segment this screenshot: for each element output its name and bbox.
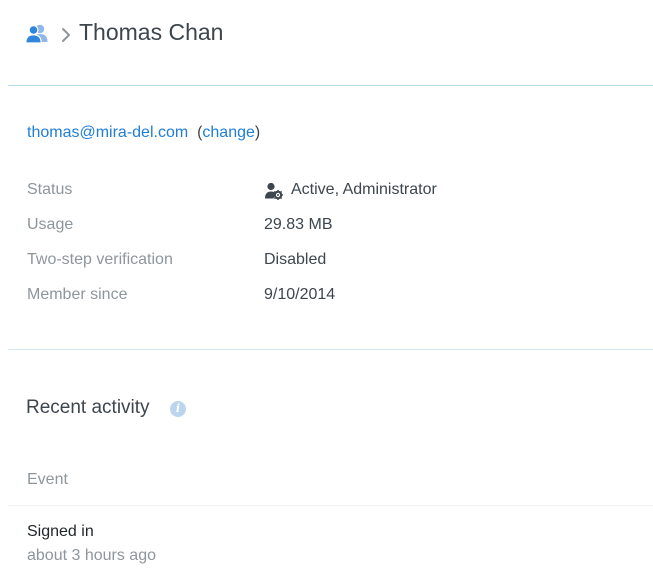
email-line: thomas@mira-del.com (change) [27, 124, 260, 142]
close-paren: ) [254, 124, 261, 141]
member-details-page: Thomas Chan thomas@mira-del.com (change)… [0, 0, 653, 577]
member-since-label: Member since [27, 286, 128, 303]
detail-row-usage: Usage 29.83 MB [27, 216, 627, 238]
info-icon[interactable]: i [170, 401, 186, 417]
event-time: about 3 hours ago [27, 547, 156, 564]
status-label: Status [27, 181, 73, 198]
status-value: Active, Administrator [291, 181, 437, 198]
table-header-divider [8, 505, 653, 506]
section-divider [8, 349, 653, 350]
detail-row-status: Status Active, Administrator [27, 181, 627, 203]
two-step-value: Disabled [264, 251, 327, 268]
two-step-label: Two-step verification [27, 251, 173, 268]
breadcrumb: Thomas Chan [0, 0, 653, 86]
header-divider [8, 85, 653, 86]
recent-activity-title: Recent activity [26, 397, 150, 418]
change-email-link[interactable]: change [202, 124, 255, 141]
event-name: Signed in [27, 523, 94, 540]
chevron-right-icon [61, 27, 71, 43]
detail-row-member-since: Member since 9/10/2014 [27, 286, 627, 308]
detail-row-two-step: Two-step verification Disabled [27, 251, 627, 273]
member-since-value: 9/10/2014 [264, 286, 336, 303]
admin-gear-icon [264, 182, 284, 201]
usage-label: Usage [27, 216, 74, 233]
email-link[interactable]: thomas@mira-del.com [27, 124, 188, 141]
event-column-header: Event [27, 471, 68, 488]
users-icon[interactable] [25, 24, 51, 44]
page-title: Thomas Chan [79, 19, 224, 45]
usage-value: 29.83 MB [264, 216, 333, 233]
